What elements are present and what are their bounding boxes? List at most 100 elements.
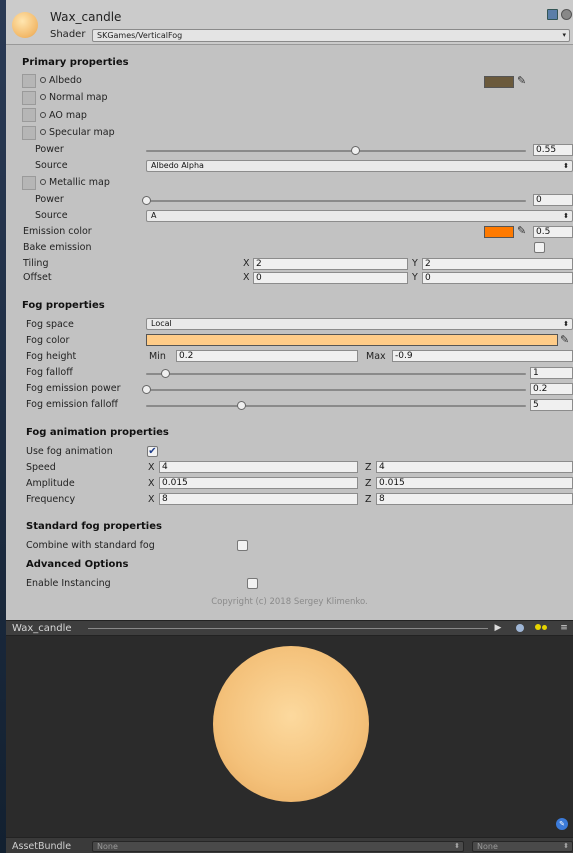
fog-space-label: Fog space — [26, 319, 74, 330]
normal-map-texture-slot[interactable] — [22, 91, 36, 105]
assetbundle-dropdown[interactable]: None ⬍ — [92, 841, 464, 852]
fog-height-min-field[interactable]: 0.2 — [176, 350, 358, 362]
specular-power-track[interactable] — [146, 150, 526, 152]
texture-picker-icon — [40, 179, 46, 185]
play-icon[interactable]: ▶ — [490, 623, 506, 634]
fog-space-dropdown[interactable]: Local ⬍ — [146, 318, 573, 330]
metallic-power-label: Power — [35, 194, 64, 205]
help-book-icon[interactable] — [547, 9, 558, 20]
ao-map-label[interactable]: AO map — [40, 110, 87, 121]
texture-picker-icon — [40, 77, 46, 83]
shader-value: SKGames/VerticalFog — [97, 31, 183, 40]
preview-sphere-icon[interactable] — [512, 623, 528, 634]
texture-picker-icon — [40, 94, 46, 100]
fog-height-max-label: Max — [366, 351, 386, 362]
offset-y-field[interactable]: 0 — [422, 272, 573, 284]
albedo-color-swatch[interactable] — [484, 76, 514, 88]
ao-map-texture-slot[interactable] — [22, 108, 36, 122]
use-fog-animation-label: Use fog animation — [26, 446, 113, 457]
tiling-x-field[interactable]: 2 — [253, 258, 408, 270]
fog-falloff-field[interactable]: 1 — [530, 367, 573, 379]
fog-emission-falloff-field[interactable]: 5 — [530, 399, 573, 411]
albedo-text: Albedo — [49, 75, 82, 86]
amplitude-x-field[interactable]: 0.015 — [159, 477, 358, 489]
frequency-z-field[interactable]: 8 — [376, 493, 573, 505]
header-icons — [545, 9, 573, 23]
metallic-source-dropdown[interactable]: A ⬍ — [146, 210, 573, 222]
fog-emission-power-field[interactable]: 0.2 — [530, 383, 573, 395]
preview-title[interactable]: Wax_candle — [12, 623, 72, 634]
preview-toolbar: Wax_candle ▶ ≡ — [6, 620, 573, 636]
emission-color-swatch[interactable] — [484, 226, 514, 238]
emission-intensity-field[interactable]: 0.5 — [533, 226, 573, 238]
speed-z-field[interactable]: 4 — [376, 461, 573, 473]
fog-height-max-field[interactable]: -0.9 — [392, 350, 573, 362]
combine-standard-fog-label: Combine with standard fog — [26, 540, 155, 551]
preview-sphere — [213, 646, 369, 802]
lighting-toggle-icon[interactable] — [533, 623, 549, 634]
albedo-texture-slot[interactable] — [22, 74, 36, 88]
dropdown-arrow-icon: ⬍ — [563, 212, 569, 220]
bake-emission-checkbox[interactable] — [534, 242, 545, 253]
albedo-label[interactable]: Albedo — [40, 75, 82, 86]
shader-dropdown[interactable]: SKGames/VerticalFog ▾ — [92, 29, 570, 42]
specular-map-texture-slot[interactable] — [22, 126, 36, 140]
preview-menu-icon[interactable]: ≡ — [556, 623, 572, 634]
offset-y-axis-label: Y — [412, 272, 418, 283]
material-preview[interactable]: ✎ — [6, 636, 573, 837]
use-fog-animation-checkbox[interactable]: ✔ — [147, 446, 158, 457]
metallic-map-label[interactable]: Metallic map — [40, 177, 110, 188]
assetbundle-variant-dropdown[interactable]: None ⬍ — [472, 841, 573, 852]
tag-icon[interactable]: ✎ — [556, 818, 568, 830]
specular-power-field[interactable]: 0.55 — [533, 144, 573, 156]
fog-falloff-track[interactable] — [146, 373, 526, 375]
fog-height-min-label: Min — [149, 351, 166, 362]
fog-falloff-label: Fog falloff — [26, 367, 73, 378]
frequency-z-axis-label: Z — [365, 494, 372, 505]
preview-drag-line[interactable] — [88, 628, 488, 629]
shader-label: Shader — [50, 29, 86, 40]
dropdown-arrow-icon: ⬍ — [563, 162, 569, 170]
texture-picker-icon — [40, 129, 46, 135]
assetbundle-variant-value: None — [477, 842, 498, 851]
tiling-y-field[interactable]: 2 — [422, 258, 573, 270]
fog-color-swatch[interactable] — [146, 334, 558, 346]
frequency-label: Frequency — [26, 494, 76, 505]
specular-power-label: Power — [35, 144, 64, 155]
normal-map-label[interactable]: Normal map — [40, 92, 108, 103]
texture-picker-icon — [40, 112, 46, 118]
amplitude-z-field[interactable]: 0.015 — [376, 477, 573, 489]
eyedropper-icon[interactable]: ✎ — [517, 225, 531, 237]
assetbundle-value: None — [97, 842, 118, 851]
specular-map-label[interactable]: Specular map — [40, 127, 115, 138]
speed-x-field[interactable]: 4 — [159, 461, 358, 473]
tiling-label: Tiling — [23, 258, 49, 269]
offset-x-field[interactable]: 0 — [253, 272, 408, 284]
metallic-power-field[interactable]: 0 — [533, 194, 573, 206]
fog-section-title: Fog properties — [22, 300, 105, 311]
specular-map-text: Specular map — [49, 127, 115, 138]
combine-standard-fog-checkbox[interactable] — [237, 540, 248, 551]
settings-gear-icon[interactable] — [561, 9, 572, 20]
specular-power-slider-thumb[interactable] — [351, 146, 360, 155]
eyedropper-icon[interactable]: ✎ — [560, 334, 573, 346]
specular-source-label: Source — [35, 160, 68, 171]
fog-emission-power-slider-thumb[interactable] — [142, 385, 151, 394]
ao-map-text: AO map — [49, 110, 87, 121]
metallic-map-texture-slot[interactable] — [22, 176, 36, 190]
copyright-text: Copyright (c) 2018 Sergey Klimenko. — [211, 597, 368, 607]
fog-falloff-slider-thumb[interactable] — [161, 369, 170, 378]
specular-source-dropdown[interactable]: Albedo Alpha ⬍ — [146, 160, 573, 172]
fog-emission-falloff-slider-thumb[interactable] — [237, 401, 246, 410]
fog-emission-falloff-track[interactable] — [146, 405, 526, 407]
eyedropper-icon[interactable]: ✎ — [517, 75, 531, 87]
metallic-power-slider-thumb[interactable] — [142, 196, 151, 205]
offset-label: Offset — [23, 272, 52, 283]
material-name: Wax_candle — [50, 10, 122, 24]
fog-emission-power-track[interactable] — [146, 389, 526, 391]
enable-instancing-checkbox[interactable] — [247, 578, 258, 589]
frequency-x-field[interactable]: 8 — [159, 493, 358, 505]
amplitude-label: Amplitude — [26, 478, 75, 489]
metallic-power-track[interactable] — [146, 200, 526, 202]
dropdown-arrow-icon: ⬍ — [563, 320, 569, 328]
